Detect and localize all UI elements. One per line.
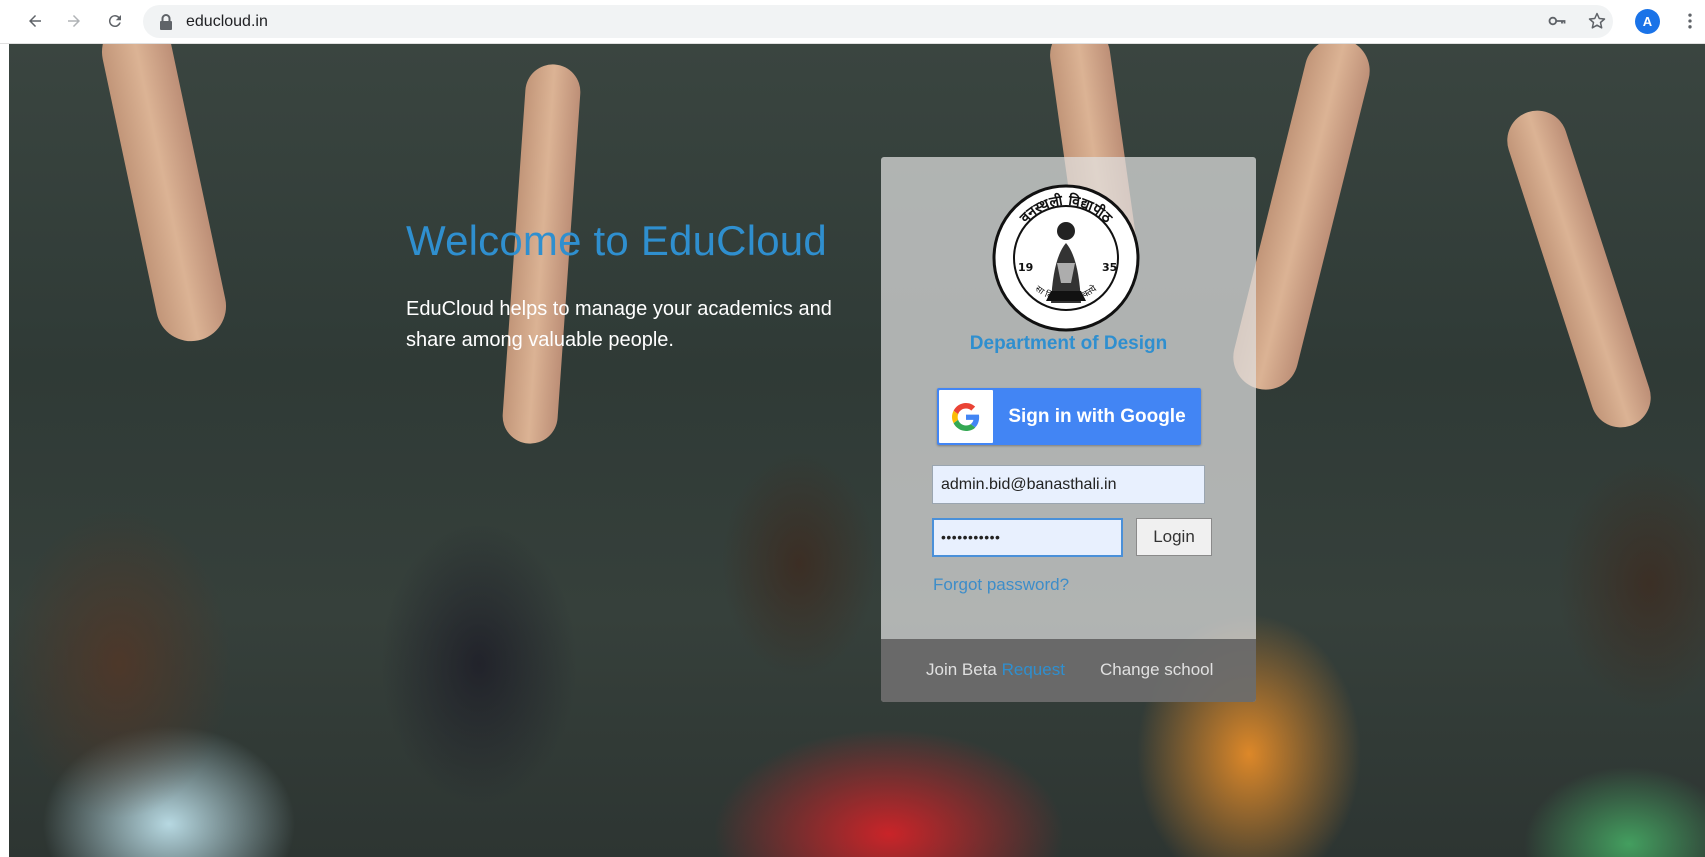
department-name: Department of Design [969,333,1168,354]
request-link[interactable]: Request [1002,660,1065,679]
google-sign-in-button[interactable]: Sign in with Google [937,388,1201,445]
reload-button[interactable] [100,6,130,36]
address-bar[interactable]: educloud.in [143,5,1613,38]
svg-text:19: 19 [1018,261,1033,274]
menu-icon [1688,13,1692,29]
join-beta-text: Join Beta Request [926,660,1065,680]
star-icon [1588,12,1606,29]
forgot-password-link[interactable]: Forgot password? [933,575,1069,595]
profile-avatar[interactable]: A [1635,9,1660,34]
key-icon [1548,16,1566,26]
login-card: वनस्थली विद्यापीठ सा विद्या या विमुक्तये… [881,157,1256,702]
google-logo-box [939,390,993,443]
page-background: Welcome to EduCloud EduCloud helps to ma… [9,44,1705,857]
join-beta-label: Join Beta [926,660,997,679]
welcome-description: EduCloud helps to manage your academics … [406,298,832,351]
background-arm [95,44,233,348]
card-footer: Join Beta Request Change school [881,639,1256,702]
password-key-button[interactable] [1542,6,1572,36]
forward-button[interactable] [59,6,89,36]
back-button[interactable] [20,6,50,36]
change-school-link[interactable]: Change school [1100,660,1213,680]
svg-text:35: 35 [1102,261,1117,274]
url-text: educloud.in [186,13,268,30]
bookmark-button[interactable] [1582,6,1612,36]
reload-icon [108,15,121,28]
forward-icon [68,15,80,27]
email-field[interactable]: admin.bid@banasthali.in [932,465,1205,504]
university-seal-logo: वनस्थली विद्यापीठ सा विद्या या विमुक्तये… [992,184,1140,332]
google-button-label: Sign in with Google [1008,405,1186,427]
back-icon [29,15,41,27]
login-button[interactable]: Login [1136,518,1212,556]
lock-icon [160,14,172,30]
browser-toolbar: educloud.in A [0,0,1705,44]
browser-menu-button[interactable] [1675,6,1705,36]
google-icon [952,402,980,431]
background-arm [1499,102,1659,436]
password-field[interactable]: ••••••••••• [932,518,1123,557]
welcome-title: Welcome to EduCloud [406,217,827,264]
